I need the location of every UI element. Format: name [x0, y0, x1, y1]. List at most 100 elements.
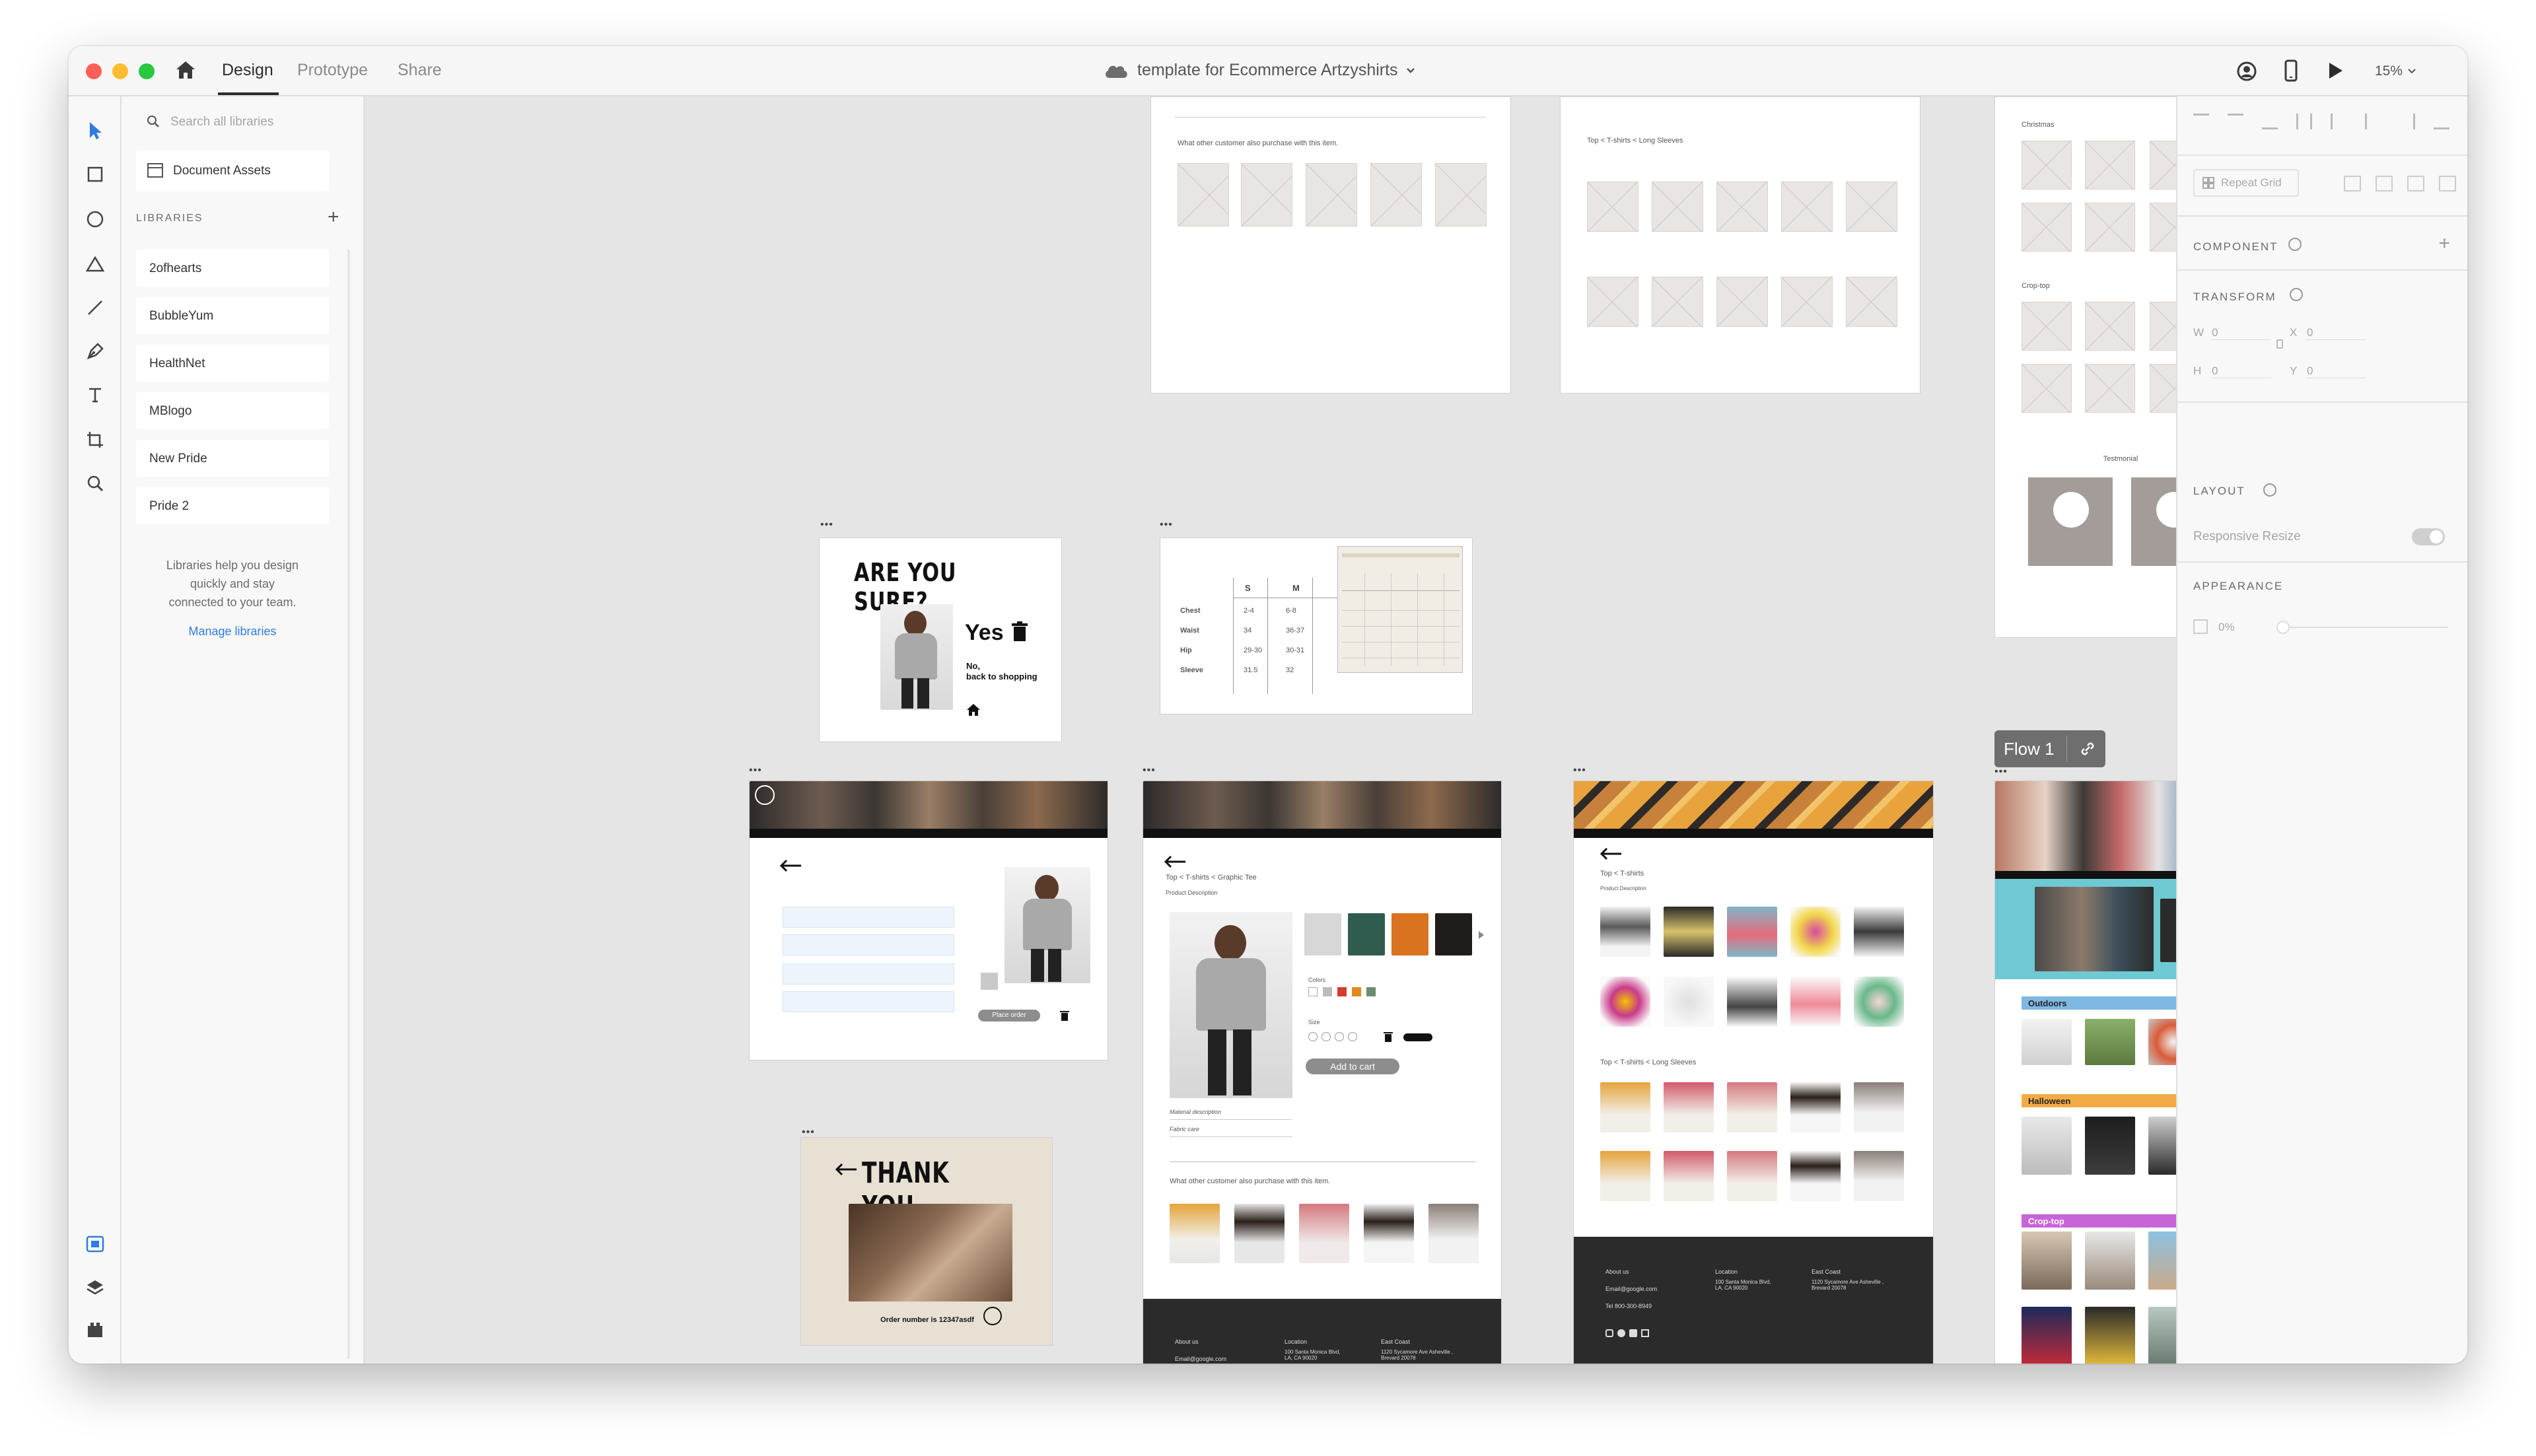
no-back-to-shopping-button[interactable]: No, back to shopping [966, 661, 1038, 682]
line-tool-icon[interactable] [83, 296, 107, 320]
product-photo[interactable] [2085, 1307, 2135, 1364]
artboard-home[interactable]: Outdoors Halloween Crop-top [1994, 780, 2176, 1364]
size-option[interactable] [1348, 1032, 1357, 1041]
size-chart-button[interactable] [1403, 1033, 1432, 1041]
search-field[interactable]: Search all libraries [136, 108, 329, 135]
color-swatch[interactable] [1323, 987, 1332, 996]
product-photo[interactable] [2022, 1231, 2072, 1290]
library-item[interactable]: New Pride [136, 440, 329, 477]
artboard-menu-icon[interactable]: ••• [1160, 519, 1173, 531]
product-photo[interactable] [1727, 977, 1777, 1027]
responsive-resize-toggle[interactable] [2412, 528, 2445, 545]
product-photo[interactable] [1600, 907, 1650, 957]
zoom-dropdown[interactable]: 15% [2375, 63, 2416, 79]
color-swatch[interactable] [1352, 987, 1361, 996]
product-photo[interactable] [2085, 1019, 2135, 1065]
product-photo[interactable] [2148, 1231, 2176, 1290]
design-canvas[interactable]: What other customer also purchase with t… [365, 96, 2176, 1364]
product-photo[interactable] [1727, 907, 1777, 957]
close-window-button[interactable] [86, 63, 102, 79]
library-item[interactable]: BubbleYum [136, 297, 329, 334]
manage-libraries-link[interactable]: Manage libraries [136, 625, 329, 639]
info-icon[interactable] [2288, 238, 2302, 251]
height-input[interactable]: 0 [2212, 364, 2271, 378]
polygon-tool-icon[interactable] [83, 252, 107, 276]
repeat-grid-button[interactable]: Repeat Grid [2193, 169, 2299, 197]
align-left-icon[interactable] [2331, 114, 2346, 129]
artboard-tool-icon[interactable] [83, 428, 107, 452]
product-photo[interactable] [1664, 907, 1714, 957]
exclude-boolean-icon[interactable] [2439, 176, 2456, 191]
product-photo[interactable] [1790, 1082, 1841, 1132]
home-icon[interactable] [174, 59, 197, 84]
category-tag-outdoors[interactable]: Outdoors [2022, 996, 2176, 1010]
product-photo[interactable] [1600, 1082, 1650, 1132]
size-option[interactable] [1321, 1032, 1331, 1041]
align-right-icon[interactable] [2399, 114, 2415, 129]
product-photo[interactable] [1170, 1204, 1220, 1263]
product-photo[interactable] [1600, 977, 1650, 1027]
artboard-tshirts-listing[interactable]: Top < T-shirts Product Description Top <… [1573, 780, 1934, 1364]
align-center-icon[interactable] [2365, 114, 2381, 129]
product-photo[interactable] [1854, 1082, 1904, 1132]
add-library-icon[interactable]: + [328, 206, 339, 228]
category-tag-croptop[interactable]: Crop-top [2022, 1214, 2176, 1228]
flow-label-tag[interactable]: Flow 1 [1994, 730, 2105, 767]
product-photo[interactable] [1790, 1151, 1841, 1201]
artboard-menu-icon[interactable]: ••• [820, 519, 833, 531]
intersect-boolean-icon[interactable] [2407, 176, 2424, 191]
product-photo[interactable] [1428, 1204, 1479, 1263]
product-photo[interactable] [1664, 1082, 1714, 1132]
color-variant-thumb[interactable] [1304, 913, 1341, 955]
product-photo[interactable] [1790, 907, 1841, 957]
product-photo[interactable] [2022, 1117, 2072, 1175]
width-input[interactable]: 0 [2212, 326, 2271, 340]
instagram-icon[interactable] [1605, 1329, 1613, 1337]
product-photo[interactable] [2085, 1231, 2135, 1290]
product-photo[interactable] [1600, 1151, 1650, 1201]
info-icon[interactable] [2290, 288, 2303, 301]
select-tool-icon[interactable] [83, 119, 107, 143]
yes-button[interactable]: Yes [965, 620, 1004, 646]
place-order-button[interactable]: Place order [978, 1010, 1040, 1022]
document-title-menu[interactable]: template for Ecommerce Artzyshirts [1103, 61, 1415, 80]
category-tag-halloween[interactable]: Halloween [2022, 1094, 2176, 1107]
product-photo[interactable] [1234, 1204, 1285, 1263]
zoom-tool-icon[interactable] [83, 471, 107, 495]
assets-icon[interactable] [83, 1232, 107, 1256]
play-icon[interactable] [2326, 61, 2344, 84]
align-middle-icon[interactable] [2228, 114, 2243, 129]
pen-tool-icon[interactable] [83, 339, 107, 363]
product-photo[interactable] [1299, 1204, 1349, 1263]
distribute-horizontal-icon[interactable] [2434, 114, 2449, 129]
opacity-value[interactable]: 0% [2218, 621, 2235, 634]
product-photo[interactable] [2085, 1117, 2135, 1175]
artboard-size-chart[interactable]: S M Chest 2-4 6-8 Waist 34 36-37 Hip 29-… [1160, 537, 1473, 714]
product-photo[interactable] [1854, 1151, 1904, 1201]
artboard-are-you-sure[interactable]: ARE YOU SURE? Yes No, back to shopping [819, 537, 1062, 742]
tab-prototype[interactable]: Prototype [297, 61, 368, 80]
product-photo[interactable] [1790, 977, 1841, 1027]
color-swatch[interactable] [1366, 987, 1376, 996]
color-swatch[interactable] [1337, 987, 1347, 996]
artboard-thank-you[interactable]: THANK YOU Order number is 12347asdf [800, 1137, 1053, 1346]
user-icon[interactable] [2236, 61, 2257, 85]
artboard-recommendations[interactable]: What other customer also purchase with t… [1150, 96, 1511, 394]
product-photo[interactable] [1364, 1204, 1414, 1263]
align-bottom-icon[interactable] [2262, 114, 2278, 129]
product-photo[interactable] [1664, 977, 1714, 1027]
product-photo[interactable] [2148, 1117, 2176, 1175]
library-item[interactable]: MBlogo [136, 392, 329, 429]
layers-icon[interactable] [83, 1276, 107, 1300]
tab-share[interactable]: Share [398, 61, 442, 80]
product-photo[interactable] [2022, 1307, 2072, 1364]
artboard-categories[interactable]: Christmas Crop-top Testmonial [1994, 96, 2176, 638]
artboard-menu-icon[interactable]: ••• [1994, 766, 2008, 778]
library-item[interactable]: 2ofhearts [136, 250, 329, 287]
subtract-boolean-icon[interactable] [2376, 176, 2393, 191]
tab-design[interactable]: Design [222, 61, 273, 80]
library-item[interactable]: Pride 2 [136, 487, 329, 524]
size-option[interactable] [1308, 1032, 1318, 1041]
product-photo[interactable] [1854, 977, 1904, 1027]
add-to-cart-button[interactable]: Add to cart [1306, 1058, 1399, 1074]
